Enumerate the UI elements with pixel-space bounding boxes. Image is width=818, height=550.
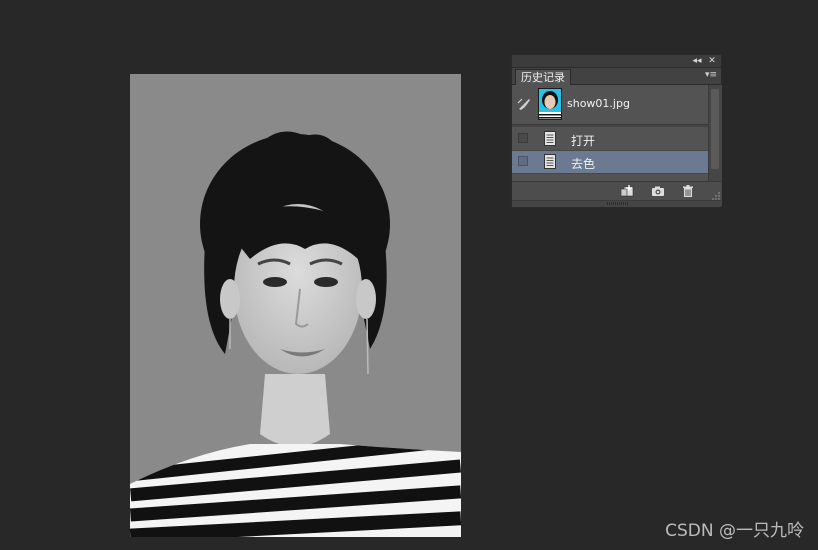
- history-panel: ◂◂ ✕ 历史记录 ▾≡ show01.jpg 打开 去色: [511, 54, 722, 208]
- panel-tab-row: 历史记录 ▾≡: [512, 68, 721, 85]
- tab-history[interactable]: 历史记录: [515, 69, 571, 85]
- document-canvas[interactable]: [130, 74, 461, 537]
- history-source-checkbox[interactable]: [518, 156, 528, 166]
- history-brush-icon[interactable]: [517, 97, 531, 111]
- panel-bottom-bar: [512, 181, 721, 201]
- snapshot-thumbnail: [538, 88, 562, 120]
- new-document-from-state-icon[interactable]: [620, 185, 634, 197]
- trash-icon[interactable]: [681, 185, 695, 197]
- snapshot-separator: [512, 125, 708, 127]
- portrait-image: [130, 74, 461, 537]
- close-panel-icon[interactable]: ✕: [706, 55, 718, 67]
- history-state-label: 去色: [571, 157, 596, 171]
- document-state-icon: [544, 154, 556, 169]
- grip-dots-icon: [607, 202, 629, 205]
- panel-resize-handle[interactable]: [512, 200, 721, 207]
- history-state-label: 打开: [571, 134, 596, 148]
- camera-snapshot-icon[interactable]: [651, 185, 665, 197]
- panel-menu-icon[interactable]: ▾≡: [704, 70, 718, 81]
- watermark: CSDN @一只九呤: [665, 521, 804, 541]
- resize-grip-icon[interactable]: [712, 192, 720, 200]
- snapshot-label: show01.jpg: [567, 97, 630, 110]
- snapshot-row[interactable]: show01.jpg: [512, 85, 708, 125]
- scrollbar-thumb[interactable]: [711, 89, 719, 169]
- history-source-checkbox[interactable]: [518, 133, 528, 143]
- collapse-panel-icon[interactable]: ◂◂: [691, 55, 703, 67]
- document-state-icon: [544, 131, 556, 146]
- history-state-desaturate[interactable]: 去色: [512, 151, 708, 174]
- panel-title-bar[interactable]: ◂◂ ✕: [512, 55, 721, 68]
- history-state-open[interactable]: 打开: [512, 128, 708, 151]
